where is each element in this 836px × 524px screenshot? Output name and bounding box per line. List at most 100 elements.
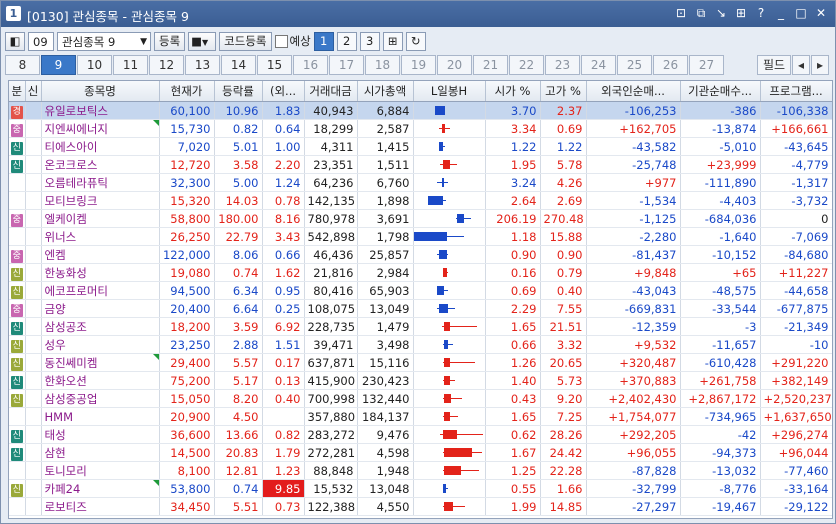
page-button-3[interactable]: 3	[359, 31, 380, 51]
column-header[interactable]: 거래대금	[304, 81, 358, 102]
trade-value: 357,880	[304, 407, 358, 426]
export-icon[interactable]: ⊞	[382, 31, 403, 51]
table-row[interactable]: HMM 20,900 4.50 357,880 184,137 1.65 7.25 +1,75…	[9, 407, 832, 426]
tab-19[interactable]: 19	[401, 55, 436, 75]
table-row[interactable]: 위너스 26,250 22.79 3.43 542,898 1,798 1.18 15.88-…	[9, 227, 832, 246]
column-header[interactable]: (외...	[262, 81, 305, 102]
tab-9[interactable]: 9	[41, 55, 76, 75]
table-row[interactable]: 중 지엔씨에너지 15,730 0.82 0.64 18,299 2,587 3.34 0.69…	[9, 119, 832, 138]
forecast-checkbox[interactable]: 예상	[274, 33, 311, 49]
table-row[interactable]: 중 엘케이켐 58,800 180.00 8.16 780,978 3,691 206.19 2…	[9, 209, 832, 228]
column-header[interactable]: 프로그램...	[760, 81, 832, 102]
screen-icon[interactable]: ◧	[5, 31, 25, 51]
table-row[interactable]: 신 삼현 14,500 20.83 1.79 272,281 4,598 1.67 24.42 +…	[9, 443, 832, 462]
refresh-icon[interactable]: ↻	[405, 31, 426, 51]
tab-10[interactable]: 10	[77, 55, 112, 75]
tab-17[interactable]: 17	[329, 55, 364, 75]
column-header[interactable]: 시가 %	[485, 81, 541, 102]
tab-24[interactable]: 24	[581, 55, 616, 75]
table-row[interactable]: 신 삼성공조 18,200 3.59 6.92 228,735 1,479 1.65 21.51…	[9, 317, 832, 336]
trade-value: 18,299	[304, 119, 358, 138]
table-row[interactable]: 신 티에스아이 7,020 5.01 1.00 4,311 1,415 1.22 1.22 -43…	[9, 137, 832, 156]
table-row[interactable]: 신 한화오션 75,200 5.17 0.13 415,900 230,423 1.40 5.7…	[9, 371, 832, 390]
tab-21[interactable]: 21	[473, 55, 508, 75]
table-row[interactable]: 신 온코크로스 12,720 3.58 2.20 23,351 1,511 1.95 5.78-…	[9, 155, 832, 174]
column-header[interactable]: 등락률	[214, 81, 263, 102]
tab-18[interactable]: 18	[365, 55, 400, 75]
candle-chart	[414, 372, 485, 389]
table-row[interactable]: 신 한농화성 19,080 0.74 1.62 21,816 2,984 0.16 0.79 +9…	[9, 263, 832, 282]
program-net-buy: +11,227	[760, 263, 832, 282]
table-row[interactable]: 토니모리 8,100 12.81 1.23 88,848 1,948 1.25 22.28 -8…	[9, 461, 832, 480]
page-button-1[interactable]: 1	[313, 31, 334, 51]
copy-icon[interactable]: ⧉	[693, 5, 709, 21]
table-row[interactable]: 모티브링크 15,320 14.03 0.78 142,135 1,898 2.64 2.69…	[9, 191, 832, 210]
grid-icon[interactable]: ⊞	[733, 5, 749, 21]
tab-14[interactable]: 14	[221, 55, 256, 75]
table-row[interactable]: 경 유일로보틱스 60,100 10.96 1.83 40,943 6,884 3.70 2.3…	[9, 101, 832, 120]
stock-name: 티에스아이	[41, 137, 160, 156]
table-row[interactable]: 신 에코프로머티 94,500 6.34 0.95 80,416 65,903 0.69 0.4…	[9, 281, 832, 300]
credit-cell	[25, 407, 42, 426]
maximize-icon[interactable]: □	[793, 5, 809, 21]
tab-12[interactable]: 12	[149, 55, 184, 75]
group-select[interactable]: 관심종목 9 ▼	[57, 31, 151, 52]
column-header[interactable]: 시가총액	[357, 81, 414, 102]
table-row[interactable]: 신 카페24 53,800 0.74 9.85 15,532 13,048 0.55 1.66-…	[9, 479, 832, 498]
column-header[interactable]: 외국인순매...	[586, 81, 681, 102]
candle-body	[438, 142, 443, 151]
help-icon[interactable]: ↘	[713, 5, 729, 21]
code-register-button[interactable]: 코드등록	[219, 31, 272, 51]
tab-27[interactable]: 27	[689, 55, 724, 75]
tab-23[interactable]: 23	[545, 55, 580, 75]
foreign-net-buy: +320,487	[586, 353, 681, 372]
column-header[interactable]: 신	[25, 81, 42, 102]
layout-icon[interactable]: ⊡	[673, 5, 689, 21]
tab-22[interactable]: 22	[509, 55, 544, 75]
high-pct: 2.37	[540, 101, 587, 120]
column-header[interactable]: L일봉H	[413, 81, 486, 102]
chevron-right-icon[interactable]: ▸	[811, 55, 829, 75]
group-number-field[interactable]: 09	[28, 31, 54, 51]
institution-net-buy: -386	[680, 101, 761, 120]
tab-16[interactable]: 16	[293, 55, 328, 75]
tab-15[interactable]: 15	[257, 55, 292, 75]
current-price: 60,100	[159, 101, 215, 120]
table-row[interactable]: 로보티즈 34,450 5.51 0.73 122,388 4,550 1.99 14.85-…	[9, 497, 832, 516]
register-button[interactable]: 등록	[154, 31, 186, 51]
table-row[interactable]: 신 성우 23,250 2.88 1.51 39,471 3,498 0.66 3.32 +9,5…	[9, 335, 832, 354]
minimize-icon[interactable]: _	[773, 5, 789, 21]
table-row[interactable]: 오름테라퓨틱 32,300 5.00 1.24 64,236 6,760 3.24 4.26 +…	[9, 173, 832, 192]
chevron-down-icon[interactable]: ▼	[140, 33, 147, 52]
table-row[interactable]: 중 금양 20,400 6.64 0.25 108,075 13,049 2.29 7.55 -6…	[9, 299, 832, 318]
color-select[interactable]: ■▼	[188, 31, 217, 51]
page-button-2[interactable]: 2	[336, 31, 357, 51]
table-row[interactable]: 신 삼성중공업 15,050 8.20 0.40 700,998 132,440 0.43 9.…	[9, 389, 832, 408]
column-header[interactable]: 고가 %	[540, 81, 587, 102]
table-row[interactable]: 신 동진쎄미켐 29,400 5.57 0.17 637,871 15,116 1.26 20.…	[9, 353, 832, 372]
close-icon[interactable]: ✕	[813, 5, 829, 21]
tab-26[interactable]: 26	[653, 55, 688, 75]
tab-20[interactable]: 20	[437, 55, 472, 75]
market-cap: 13,048	[357, 479, 414, 498]
tab-25[interactable]: 25	[617, 55, 652, 75]
table-row[interactable]: 중 엔켐 122,000 8.06 0.66 46,436 25,857 0.90 0.90 -8…	[9, 245, 832, 264]
foreign-ratio	[262, 407, 305, 426]
column-header[interactable]: 기관순매수...	[680, 81, 761, 102]
candle-chart	[414, 336, 485, 353]
foreign-ratio: 0.78	[262, 191, 305, 210]
checkbox-box[interactable]	[274, 35, 288, 48]
field-button[interactable]: 필드	[757, 55, 791, 75]
tab-11[interactable]: 11	[113, 55, 148, 75]
market-badge: 신	[10, 267, 23, 281]
column-header[interactable]: 종목명	[41, 81, 160, 102]
tab-8[interactable]: 8	[5, 55, 40, 75]
column-header[interactable]: 분	[9, 81, 26, 102]
chevron-left-icon[interactable]: ◂	[792, 55, 810, 75]
column-header[interactable]: 현재가	[159, 81, 215, 102]
table-row[interactable]: 신 태성 36,600 13.66 0.82 283,272 9,476 0.62 28.26 +…	[9, 425, 832, 444]
question-icon[interactable]: ?	[753, 5, 769, 21]
tab-13[interactable]: 13	[185, 55, 220, 75]
open-pct: 0.62	[485, 425, 541, 444]
daily-candle	[413, 371, 486, 390]
